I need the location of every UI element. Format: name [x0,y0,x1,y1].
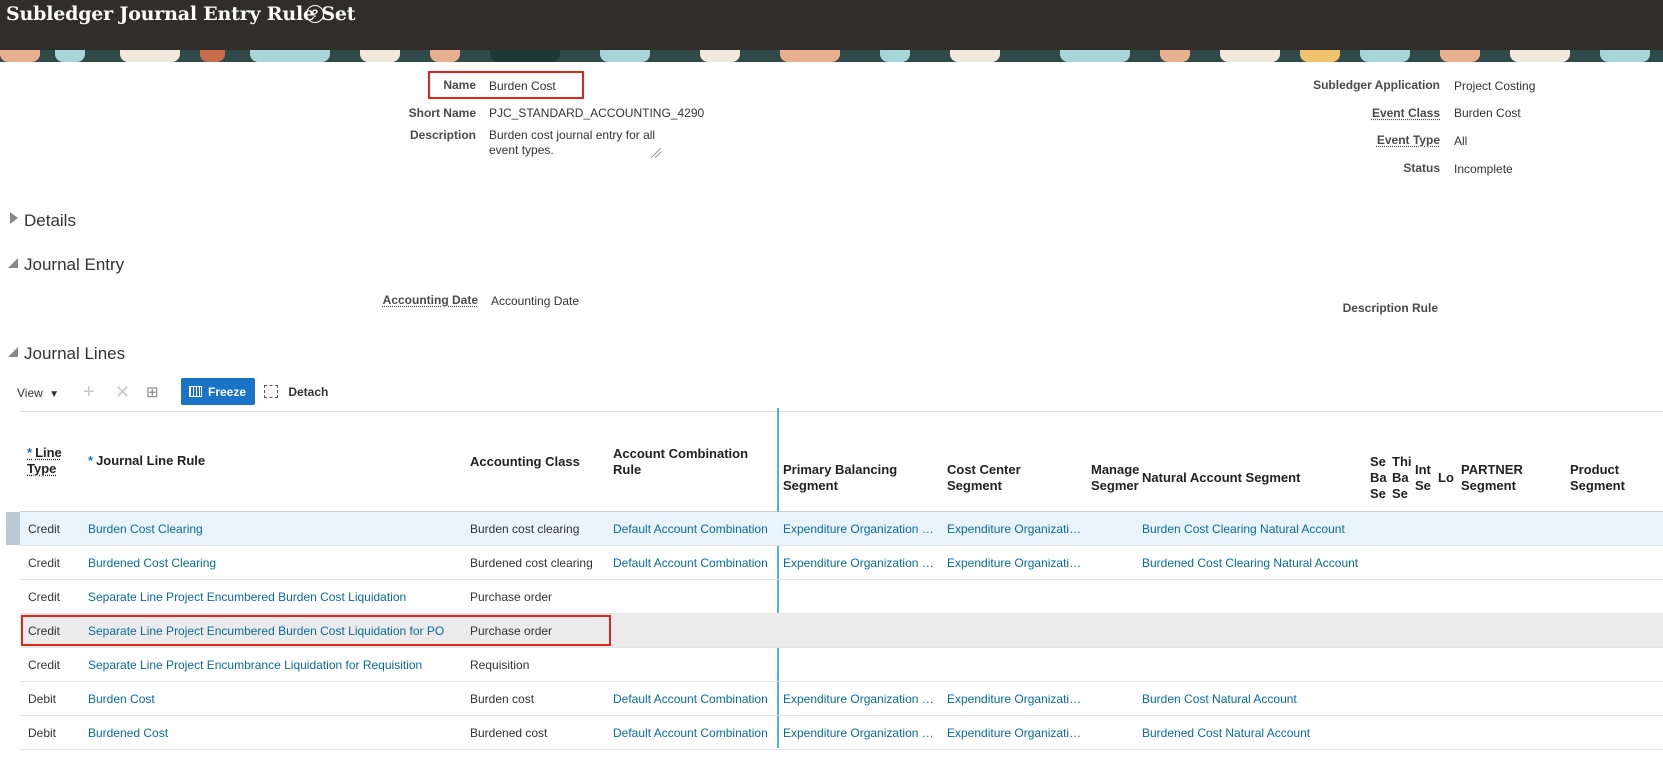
column-header-journal-line-rule[interactable]: * Journal Line Rule [88,453,205,469]
line-type-cell: Credit [28,522,61,536]
cost-center-segment-link[interactable]: Expenditure Organization Cost Center [947,522,1087,536]
add-row-icon[interactable]: + [83,381,95,404]
natural-account-segment-link[interactable]: Burden Cost Natural Account [1142,692,1364,706]
event-type-value: All [1454,134,1468,148]
primary-balancing-segment-link[interactable]: Expenditure Organization Cost Center [783,726,935,740]
table-row[interactable]: Credit Separate Line Project Encumbrance… [20,648,1663,682]
cost-center-segment-link[interactable]: Expenditure Organization Cost Center [947,692,1087,706]
page-header: Subledger Journal Entry Rule Set ? [0,0,1663,50]
query-by-example-icon[interactable]: ⊞ [146,383,159,401]
column-header-accounting-class[interactable]: Accounting Class [470,454,580,470]
journal-entry-section-title[interactable]: Journal Entry [24,255,124,275]
table-row[interactable]: Credit Burdened Cost Clearing Burdened c… [20,546,1663,580]
journal-line-rule-link[interactable]: Separate Line Project Encumbered Burden … [88,590,458,604]
description-label: Description [409,128,476,142]
subledger-application-label: Subledger Application [1313,78,1440,92]
column-header-location-segment[interactable]: Lo [1438,470,1458,486]
accounting-date-value[interactable]: Accounting Date [491,294,579,308]
journal-lines-section-title[interactable]: Journal Lines [24,344,125,364]
resize-handle-icon[interactable] [651,148,661,158]
event-type-label: Event Type [1376,133,1440,147]
journal-line-rule-link[interactable]: Burdened Cost Clearing [88,556,458,570]
accounting-class-cell: Purchase order [470,590,553,604]
accounting-class-cell: Burden cost clearing [470,522,580,536]
journal-line-rule-link[interactable]: Separate Line Project Encumbrance Liquid… [88,658,458,672]
table-row[interactable]: Debit Burdened Cost Burdened cost Defaul… [20,716,1663,750]
description-rule-label: Description Rule [1342,301,1438,315]
column-header-account-combination-rule[interactable]: Account Combination Rule [613,446,748,478]
accounting-class-cell: Burden cost [470,692,535,706]
short-name-label: Short Name [408,106,476,120]
primary-balancing-segment-link[interactable]: Expenditure Organization Cost Center [783,556,935,570]
accounting-class-cell: Burdened cost clearing [470,556,593,570]
table-row[interactable]: Debit Burden Cost Burden cost Default Ac… [20,682,1663,716]
accounting-class-cell: Burdened cost [470,726,548,740]
required-icon: * [88,453,94,468]
account-combination-rule-link[interactable]: Default Account Combination [613,726,773,740]
status-value: Incomplete [1454,162,1513,176]
delete-row-icon[interactable]: ✕ [115,382,130,403]
detach-icon [264,385,278,398]
status-label: Status [1403,161,1440,175]
freeze-button[interactable]: Freeze [181,378,255,405]
page-title: Subledger Journal Entry Rule Set [6,3,356,25]
event-class-value: Burden Cost [1454,106,1521,120]
short-name-value[interactable]: PJC_STANDARD_ACCOUNTING_4290 [489,106,704,120]
details-section-title[interactable]: Details [24,211,76,231]
freeze-icon [189,386,202,397]
account-combination-rule-link[interactable]: Default Account Combination [613,692,773,706]
line-type-cell: Debit [28,692,57,706]
collapse-icon[interactable] [8,258,18,268]
collapse-icon[interactable] [8,347,18,357]
name-label: Name [443,78,476,92]
column-header-primary-balancing-segment[interactable]: Primary Balancing Segment [783,462,897,494]
primary-balancing-segment-link[interactable]: Expenditure Organization Cost Center [783,692,935,706]
subledger-application-value: Project Costing [1454,79,1536,93]
event-class-label: Event Class [1371,106,1440,120]
table-row[interactable]: Credit Separate Line Project Encumbered … [20,580,1663,614]
line-type-cell: Credit [28,658,61,672]
expand-icon[interactable] [10,212,18,224]
account-combination-rule-link[interactable]: Default Account Combination [613,556,773,570]
account-combination-rule-link[interactable]: Default Account Combination [613,522,773,536]
required-icon: * [27,445,33,460]
line-type-cell: Credit [28,556,61,570]
natural-account-segment-link[interactable]: Burden Cost Clearing Natural Account [1142,522,1364,536]
column-header-product-segment[interactable]: Product Segment [1570,462,1625,494]
name-value[interactable]: Burden Cost [489,79,556,93]
natural-account-segment-link[interactable]: Burdened Cost Clearing Natural Account [1142,556,1364,570]
cost-center-segment-link[interactable]: Expenditure Organization Cost Center [947,556,1087,570]
natural-account-segment-link[interactable]: Burdened Cost Natural Account [1142,726,1364,740]
primary-balancing-segment-link[interactable]: Expenditure Organization Cost Center [783,522,935,536]
table-row[interactable]: Credit Burden Cost Clearing Burden cost … [20,512,1663,546]
row-highlight-box [21,615,611,646]
column-header-intercompany-segment[interactable]: Int Se [1415,462,1435,494]
line-type-cell: Credit [28,590,61,604]
view-menu-label: View [17,386,43,400]
column-header-cost-center-segment[interactable]: Cost Center Segment [947,462,1021,494]
journal-lines-table: * Line Type * Journal Line Rule Accounting… [0,408,1663,751]
journal-line-rule-link[interactable]: Burden Cost Clearing [88,522,458,536]
line-type-cell: Debit [28,726,57,740]
freeze-label: Freeze [208,385,247,399]
caret-down-icon: ▼ [49,389,60,400]
column-header-natural-account-segment[interactable]: Natural Account Segment [1142,470,1300,486]
view-menu-button[interactable]: View ▼ [17,386,59,400]
description-field[interactable]: Burden cost journal entry for all event … [489,128,669,158]
question-circle-icon[interactable]: ? [306,5,324,23]
column-header-management-segment[interactable]: Manage Segmer [1091,462,1141,494]
column-header-partner-segment[interactable]: PARTNER Segment [1461,462,1523,494]
cost-center-segment-link[interactable]: Expenditure Organization Cost Center [947,726,1087,740]
row-selector[interactable] [6,512,20,545]
decorative-banner [0,50,1663,62]
column-header-second-balancing-segment[interactable]: Se Ba Se [1370,454,1388,502]
detach-button[interactable]: Detach [264,385,328,399]
column-header-third-balancing-segment[interactable]: Thi Ba Se [1392,454,1412,502]
accounting-class-cell: Requisition [470,658,530,672]
column-header-line-type[interactable]: * Line Type [27,445,62,477]
detach-label: Detach [288,385,329,399]
journal-line-rule-link[interactable]: Burdened Cost [88,726,458,740]
journal-line-rule-link[interactable]: Burden Cost [88,692,458,706]
accounting-date-label: Accounting Date [382,293,478,307]
